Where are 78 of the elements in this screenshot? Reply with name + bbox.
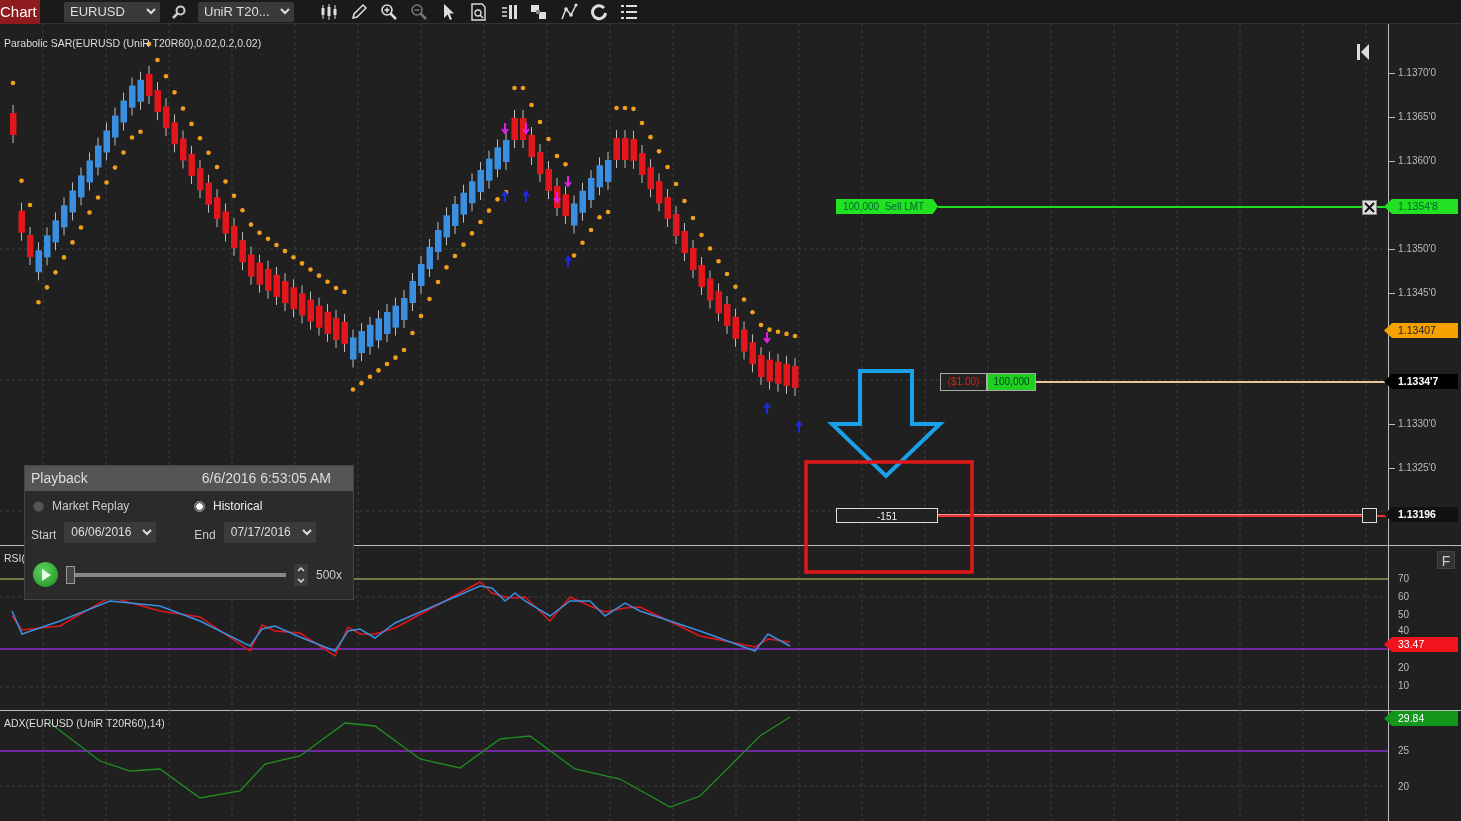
field-label: End	[194, 527, 216, 544]
field-label: Start	[31, 527, 57, 544]
position-quantity[interactable]: 100,000	[987, 373, 1036, 391]
playback-time: 6/6/2016 6:53:05 AM	[201, 469, 331, 488]
skip-back-icon[interactable]	[1356, 42, 1370, 62]
instrument-dropdown[interactable]: EURUSD	[64, 1, 160, 22]
profit-loss-label: ($1.00)	[940, 373, 987, 391]
radio-label[interactable]: Historical	[213, 497, 263, 515]
down-arrow-icon	[522, 122, 530, 135]
up-arrow-icon	[564, 255, 572, 268]
axis-label: 20	[1398, 781, 1410, 793]
order-label[interactable]: 100,000 Sell LMT	[836, 199, 938, 214]
axis-label: 1.1350'0	[1398, 243, 1437, 255]
up-arrow-icon	[795, 420, 803, 433]
indicator-label: Parabolic SAR(EURUSD (UniR T20R60),0.02,0.2,0.02)	[4, 36, 262, 51]
down-caret-icon[interactable]	[297, 577, 305, 583]
order-label[interactable]: -151	[836, 508, 938, 523]
pencil-icon[interactable]	[350, 2, 368, 21]
search-icon[interactable]	[172, 4, 186, 19]
play-icon	[40, 568, 51, 581]
zoom-in-icon[interactable]	[380, 2, 398, 21]
refresh-icon[interactable]	[590, 2, 608, 21]
down-arrow-icon	[763, 331, 771, 344]
stop-price-marker: 1.13196	[1384, 507, 1458, 522]
up-arrow-icon	[522, 190, 530, 203]
up-arrow-icon	[501, 190, 509, 203]
down-arrow-icon	[501, 122, 509, 135]
indicator-label: RSI(	[4, 551, 25, 566]
play-button[interactable]	[33, 562, 58, 587]
up-caret-icon[interactable]	[297, 566, 305, 572]
date-dropdown[interactable]: 06/06/2016	[64, 521, 157, 543]
last-price-marker: 1.13407	[1384, 323, 1458, 338]
axis-label: 20	[1398, 662, 1410, 674]
axis-label: 1.1325'0	[1398, 462, 1437, 474]
candlestick-icon[interactable]	[320, 2, 338, 21]
axis-label: 1.1330'0	[1398, 418, 1437, 430]
bar-type-dropdown[interactable]: UniR T20...	[198, 1, 294, 22]
order-price-marker: 1.1354'8	[1384, 199, 1458, 214]
list-icon[interactable]	[620, 2, 638, 21]
speed-value: 500x	[316, 566, 343, 584]
caret-icon	[142, 528, 153, 536]
panel-title: Playback	[31, 469, 88, 488]
order-handle[interactable]	[1362, 508, 1377, 523]
axis-label: 1.1360'0	[1398, 155, 1437, 167]
axis-label: 70	[1398, 573, 1410, 585]
down-arrow-icon	[564, 175, 572, 188]
axis-label: 1.1370'0	[1398, 67, 1437, 79]
close-icon[interactable]	[1362, 200, 1377, 215]
document-search-icon[interactable]	[470, 2, 488, 21]
axis-label: 1.1345'0	[1398, 287, 1437, 299]
panel-button[interactable]: F	[1437, 551, 1455, 569]
caret-icon	[301, 528, 312, 536]
axis-label: 40	[1398, 625, 1410, 637]
squares-icon[interactable]	[530, 2, 548, 21]
caret-icon	[146, 8, 156, 15]
axis-label: 25	[1398, 745, 1410, 757]
down-arrow-icon	[553, 191, 561, 204]
radio-dot[interactable]	[194, 500, 205, 512]
axis-label: 60	[1398, 591, 1410, 603]
rsi-value-marker: 33.47	[1384, 637, 1458, 652]
radio-dot[interactable]	[33, 500, 44, 512]
axis-label: 50	[1398, 609, 1410, 621]
date-dropdown[interactable]: 07/17/2016	[223, 521, 316, 543]
mode-radio[interactable]: Market Replay	[33, 497, 194, 515]
columns-icon[interactable]	[500, 2, 518, 21]
radio-label[interactable]: Market Replay	[52, 497, 130, 515]
line-chart-icon[interactable]	[560, 2, 578, 21]
axis-label: 1.1365'0	[1398, 111, 1437, 123]
adx-value-marker: 29.84	[1384, 711, 1458, 726]
caret-icon	[280, 8, 290, 15]
zoom-out-icon[interactable]	[410, 2, 428, 21]
position-price-marker: 1.1334'7	[1384, 374, 1458, 389]
indicator-label: ADX(EURUSD (UniR T20R60),14)	[4, 716, 165, 731]
mode-radio[interactable]: Historical	[194, 497, 263, 515]
up-arrow-icon	[763, 402, 771, 415]
chart-tab[interactable]: Chart	[0, 0, 40, 24]
axis-label: 10	[1398, 680, 1410, 692]
speed-spinner[interactable]	[294, 563, 308, 586]
